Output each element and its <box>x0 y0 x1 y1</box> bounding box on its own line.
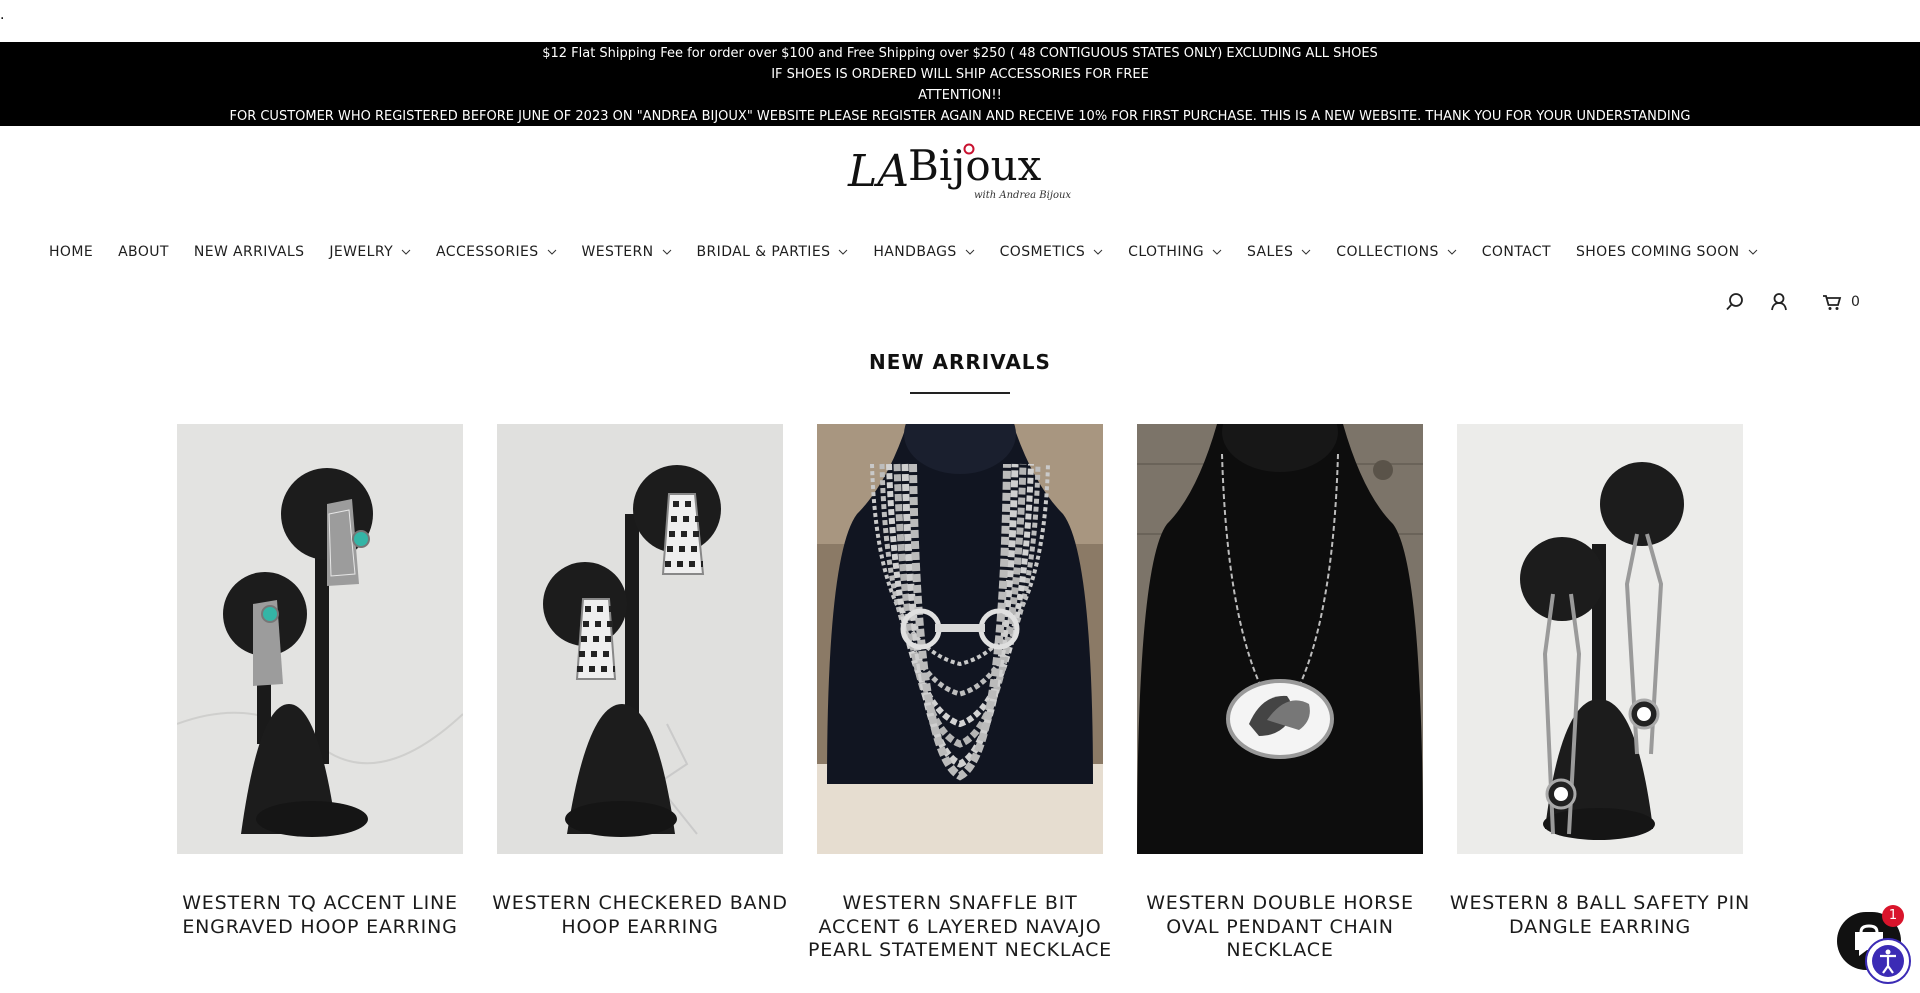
nav-item-new-arrivals[interactable]: NEW ARRIVALS <box>194 244 305 260</box>
announcement-line: IF SHOES IS ORDERED WILL SHIP ACCESSORIE… <box>771 67 1149 82</box>
nav-item-bridal-parties[interactable]: BRIDAL & PARTIES <box>697 244 849 260</box>
svg-text:Bijoux: Bijoux <box>908 141 1042 190</box>
cart-count: 0 <box>1851 294 1860 310</box>
announcement-line: FOR CUSTOMER WHO REGISTERED BEFORE JUNE … <box>229 109 1691 124</box>
accessibility-button[interactable] <box>1865 938 1911 984</box>
nav-label: SHOES COMING SOON <box>1575 244 1740 260</box>
nav-item-clothing[interactable]: CLOTHING <box>1128 244 1222 260</box>
nav-label: CLOTHING <box>1128 244 1204 260</box>
product-title[interactable]: WESTERN 8 BALL SAFETY PIN DANGLE EARRING <box>1445 892 1755 939</box>
chevron-down-icon <box>965 249 974 255</box>
nav-item-about[interactable]: ABOUT <box>118 244 169 260</box>
nav-item-shoes-coming-soon[interactable]: SHOES COMING SOON <box>1576 244 1758 260</box>
product-title[interactable]: WESTERN TQ ACCENT LINE ENGRAVED HOOP EAR… <box>165 892 475 939</box>
nav-item-jewelry[interactable]: JEWELRY <box>329 244 411 260</box>
main-nav: HOME ABOUT NEW ARRIVALS JEWELRY ACCESSOR… <box>49 242 1783 262</box>
nav-item-western[interactable]: WESTERN <box>582 244 672 260</box>
nav-label: ABOUT <box>118 244 169 260</box>
chevron-down-icon <box>401 249 411 255</box>
nav-item-cosmetics[interactable]: COSMETICS <box>1000 244 1104 260</box>
cart-button[interactable] <box>1822 292 1842 316</box>
search-icon <box>1726 293 1743 311</box>
nav-label: COSMETICS <box>999 244 1086 260</box>
account-icon <box>1771 293 1787 311</box>
nav-label: JEWELRY <box>329 244 394 260</box>
nav-label: CONTACT <box>1481 244 1551 260</box>
chevron-down-icon <box>839 249 848 255</box>
product-image[interactable] <box>1457 424 1743 854</box>
chevron-down-icon <box>1093 249 1103 255</box>
svg-text:LA: LA <box>847 146 909 197</box>
nav-label: NEW ARRIVALS <box>193 244 305 260</box>
nav-item-home[interactable]: HOME <box>49 244 93 260</box>
nav-label: SALES <box>1247 244 1294 260</box>
page-title: NEW ARRIVALS <box>869 350 1051 374</box>
nav-label: HANDBAGS <box>873 244 957 260</box>
cart-icon <box>1823 295 1842 310</box>
nav-item-accessories[interactable]: ACCESSORIES <box>436 244 557 260</box>
nav-item-contact[interactable]: CONTACT <box>1482 244 1551 260</box>
nav-label: ACCESSORIES <box>436 244 539 260</box>
nav-label: HOME <box>49 244 94 260</box>
product-title[interactable]: WESTERN DOUBLE HORSE OVAL PENDANT CHAIN … <box>1125 892 1435 963</box>
product-title[interactable]: WESTERN SNAFFLE BIT ACCENT 6 LAYERED NAV… <box>805 892 1115 963</box>
chat-badge: 1 <box>1882 905 1904 927</box>
accessibility-icon <box>1872 945 1904 977</box>
nav-item-collections[interactable]: COLLECTIONS <box>1336 244 1457 260</box>
search-button[interactable] <box>1725 292 1745 316</box>
chevron-down-icon <box>1212 249 1222 255</box>
nav-label: WESTERN <box>581 244 654 260</box>
product-image[interactable] <box>1137 424 1423 854</box>
top-marker: . <box>0 7 5 23</box>
nav-item-handbags[interactable]: HANDBAGS <box>873 244 974 260</box>
svg-text:with Andrea Bijoux: with Andrea Bijoux <box>974 190 1071 201</box>
nav-item-sales[interactable]: SALES <box>1247 244 1311 260</box>
account-button[interactable] <box>1769 292 1789 316</box>
product-image[interactable] <box>817 424 1103 854</box>
chevron-down-icon <box>547 249 556 255</box>
nav-label: COLLECTIONS <box>1336 244 1439 260</box>
site-logo[interactable]: LA Bijoux with Andrea Bijoux <box>846 140 1072 202</box>
announcement-line: $12 Flat Shipping Fee for order over $10… <box>542 46 1378 61</box>
chevron-down-icon <box>1301 249 1311 255</box>
title-divider <box>910 392 1010 394</box>
chevron-down-icon <box>1447 249 1457 255</box>
announcement-bar: $12 Flat Shipping Fee for order over $10… <box>0 42 1920 126</box>
chevron-down-icon <box>662 249 671 255</box>
chevron-down-icon <box>1748 249 1757 255</box>
nav-label: BRIDAL & PARTIES <box>696 244 831 260</box>
announcement-line: ATTENTION!! <box>918 88 1002 103</box>
product-title[interactable]: WESTERN CHECKERED BAND HOOP EARRING <box>485 892 795 939</box>
product-image[interactable] <box>497 424 783 854</box>
product-image[interactable] <box>177 424 463 854</box>
